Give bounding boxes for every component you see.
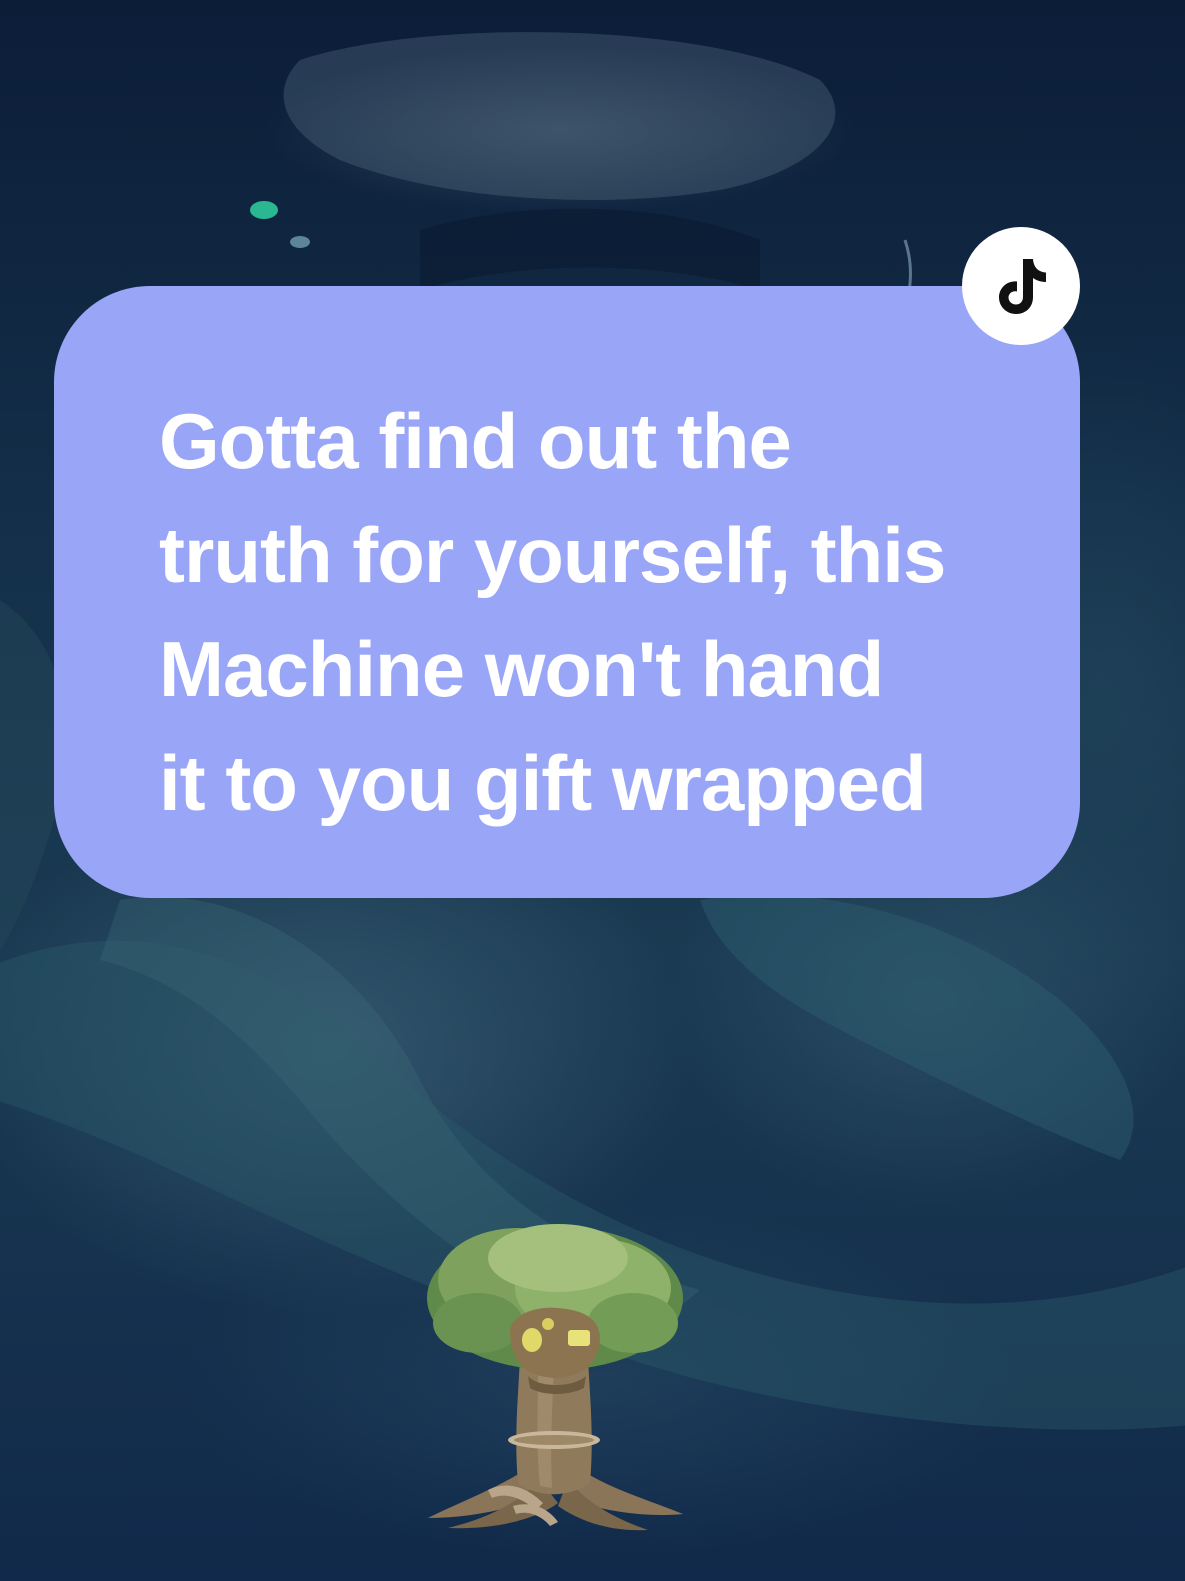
tiktok-logo-icon bbox=[999, 259, 1046, 314]
tiktok-badge bbox=[962, 227, 1080, 345]
video-frame: Gotta find out the truth for yourself, t… bbox=[0, 0, 1185, 1581]
caption-card: Gotta find out the truth for yourself, t… bbox=[54, 286, 1080, 898]
treehouse-icon bbox=[427, 1224, 683, 1531]
caption-text: Gotta find out the truth for yourself, t… bbox=[159, 397, 946, 827]
